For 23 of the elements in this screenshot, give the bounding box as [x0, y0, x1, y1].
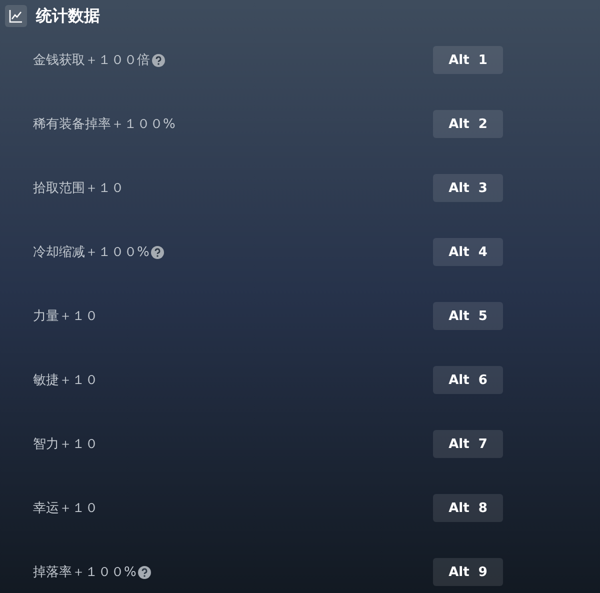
chart-icon — [5, 5, 27, 27]
cheat-label: 智力＋１０ — [33, 436, 98, 453]
cheat-label: 敏捷＋１０ — [33, 372, 98, 389]
cheat-label: 掉落率＋１００% — [33, 564, 136, 581]
hotkey-button[interactable]: Alt 8 — [433, 494, 503, 522]
cheat-label: 幸运＋１０ — [33, 500, 98, 517]
cheat-label: 拾取范围＋１０ — [33, 180, 124, 197]
cheat-label: 冷却缩减＋１００% — [33, 244, 150, 261]
hotkey-button[interactable]: Alt 3 — [433, 174, 503, 202]
hotkey-button[interactable]: Alt 2 — [433, 110, 503, 138]
hotkey-button[interactable]: Alt 1 — [433, 46, 503, 74]
help-icon[interactable] — [138, 566, 152, 578]
hotkey-button[interactable]: Alt 9 — [433, 558, 503, 586]
cheat-label: 金钱获取＋１００倍 — [33, 52, 150, 69]
section-title: 统计数据 — [36, 6, 100, 26]
hotkey-button[interactable]: Alt 4 — [433, 238, 503, 266]
hotkey-button[interactable]: Alt 5 — [433, 302, 503, 330]
help-icon[interactable] — [152, 54, 165, 66]
hotkey-button[interactable]: Alt 7 — [433, 430, 503, 458]
hotkey-button[interactable]: Alt 6 — [433, 366, 503, 394]
help-icon[interactable] — [151, 246, 164, 258]
cheat-label: 稀有装备掉率＋１００% — [33, 116, 176, 133]
cheat-label: 力量＋１０ — [33, 308, 98, 325]
